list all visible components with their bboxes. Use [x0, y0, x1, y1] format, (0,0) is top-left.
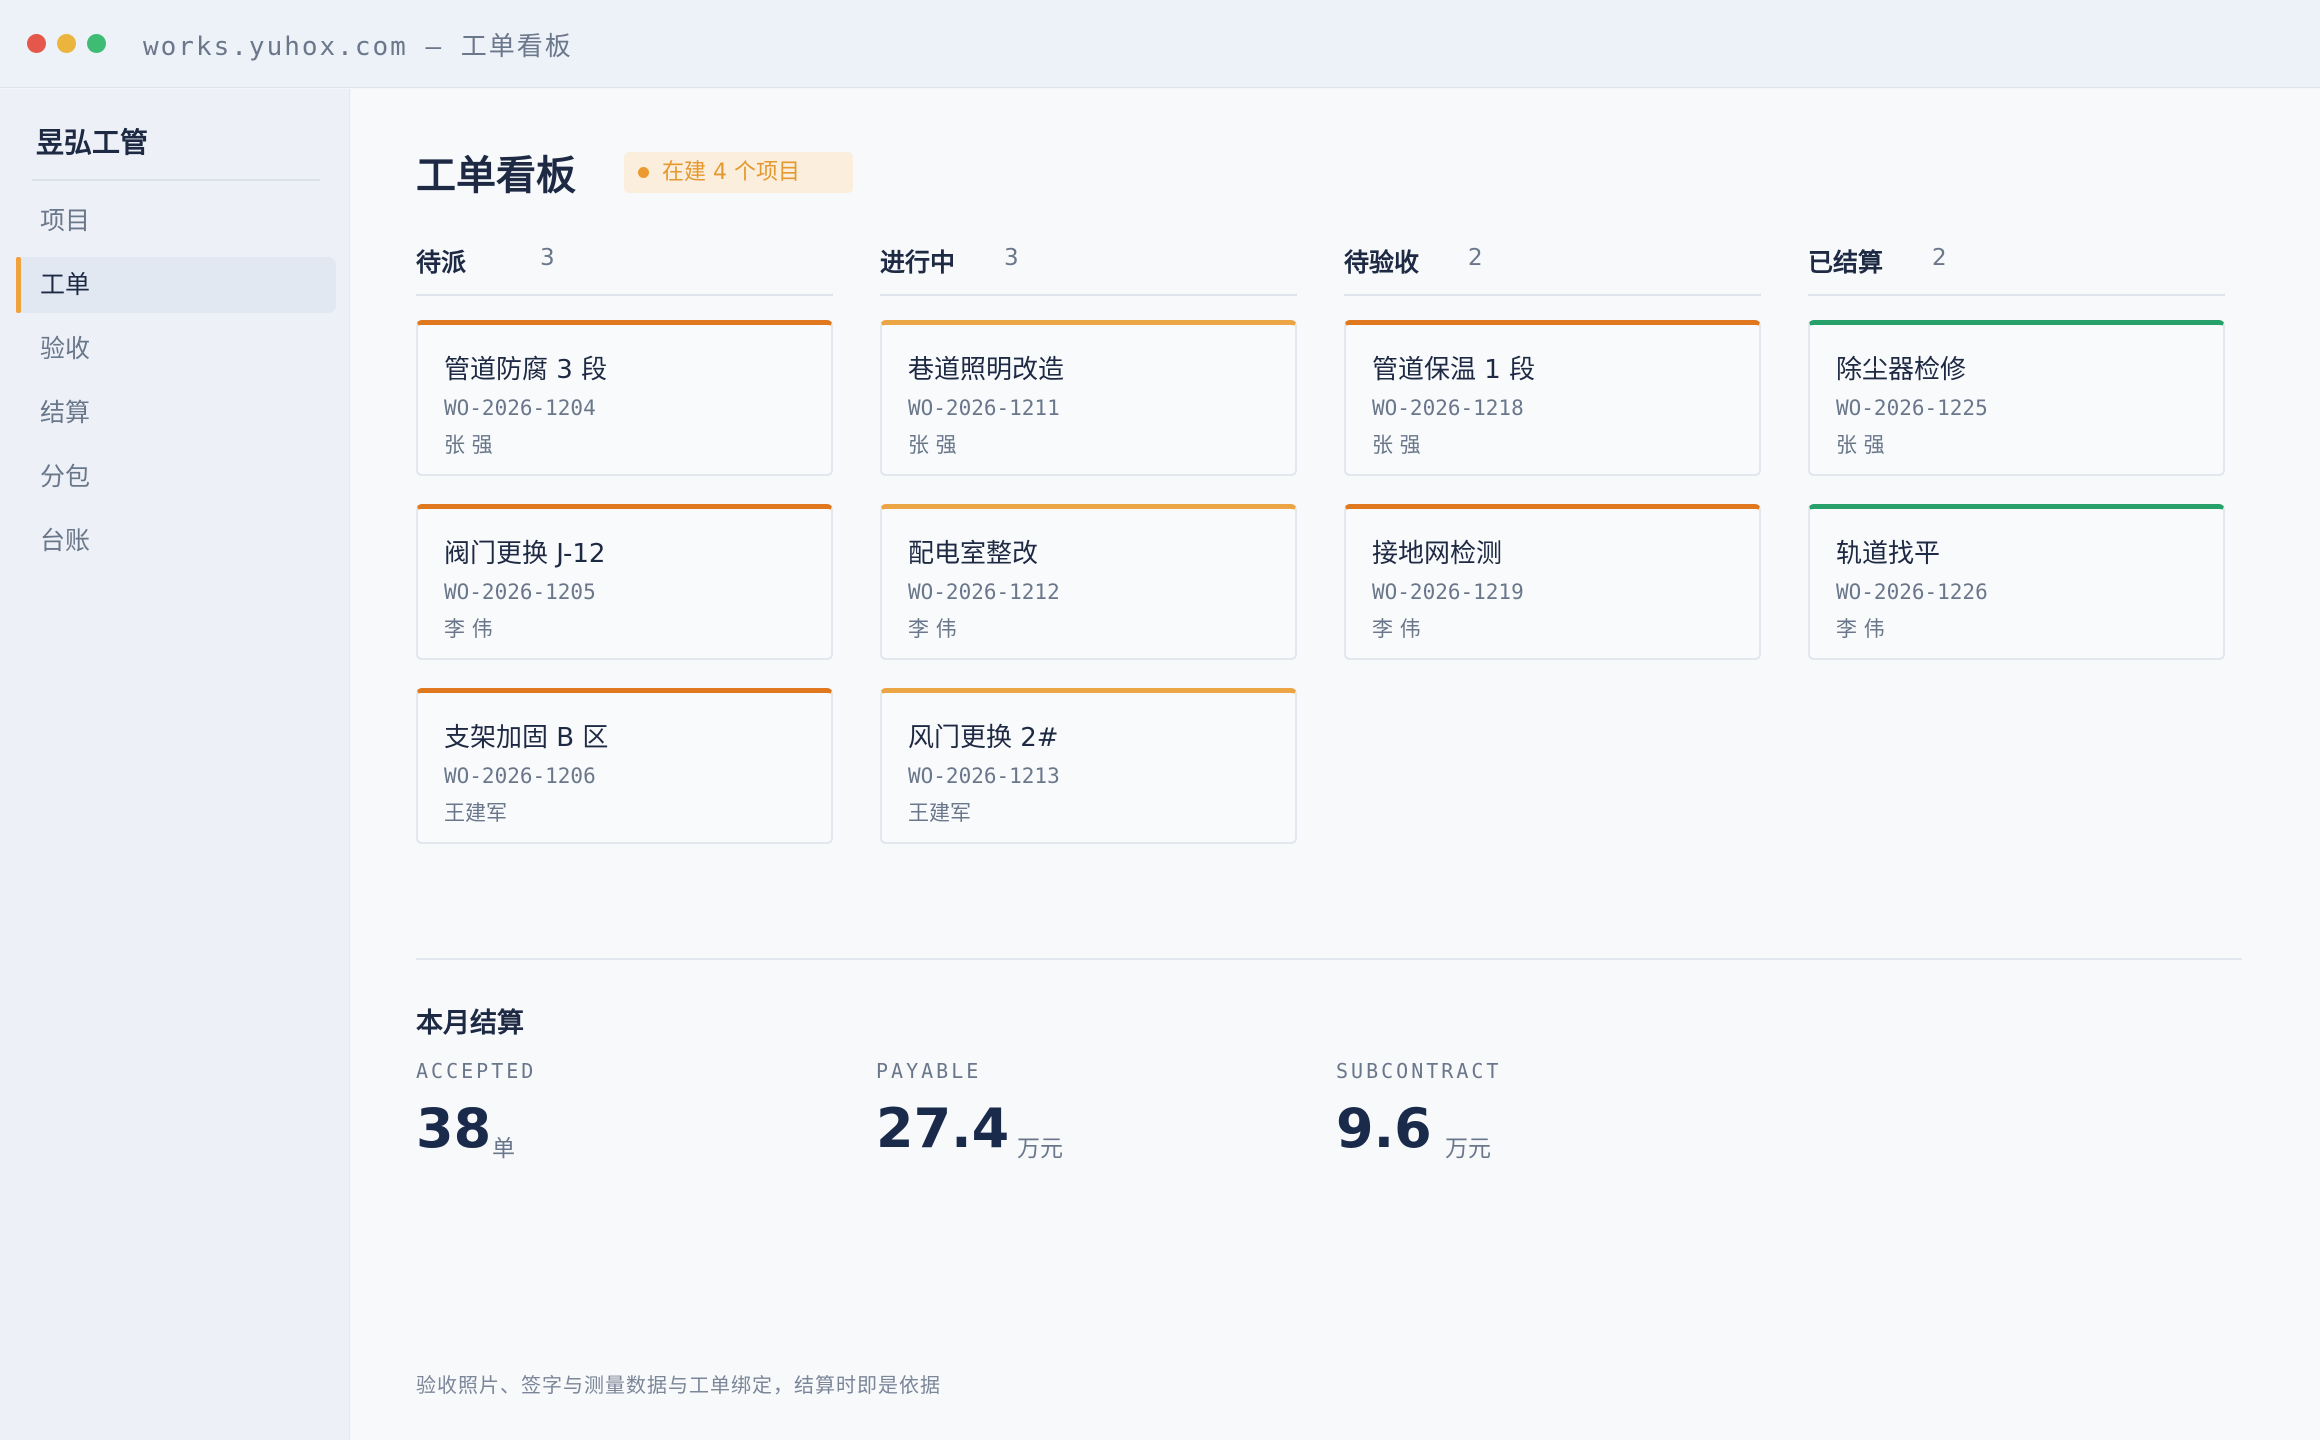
sidebar-item-work-orders[interactable]: 工单 [16, 257, 336, 313]
card-code: WO-2026-1218 [1372, 396, 1524, 420]
stat-value: 9.6 [1336, 1097, 1432, 1160]
card-owner: 张 强 [1372, 433, 1421, 457]
footer-note: 验收照片、签字与测量数据与工单绑定，结算时即是依据 [416, 1373, 941, 1397]
brand-name: 昱弘工管 [36, 126, 149, 159]
card-title: 阀门更换 J-12 [444, 539, 606, 569]
sidebar-nav: 项目 工单 验收 结算 分包 台账 [16, 193, 336, 577]
work-order-card[interactable]: 接地网检测 WO-2026-1219 李 伟 [1344, 504, 1761, 660]
column-title: 待验收 [1344, 248, 1420, 277]
column-in-progress: 进行中 3 巷道照明改造 WO-2026-1211 张 强 配电室整改 WO-2… [880, 241, 1297, 844]
column-count: 3 [540, 245, 555, 271]
card-code: WO-2026-1205 [444, 580, 596, 604]
main-content: 工单看板 在建 4 个项目 待派 3 管道防腐 3 段 WO-2026-1204… [351, 89, 2320, 1440]
column-pending: 待派 3 管道防腐 3 段 WO-2026-1204 张 强 阀门更换 J-12… [416, 241, 833, 844]
card-owner: 王建军 [444, 801, 507, 825]
column-to-accept: 待验收 2 管道保温 1 段 WO-2026-1218 张 强 接地网检测 WO… [1344, 241, 1761, 660]
card-code: WO-2026-1204 [444, 396, 596, 420]
close-window-button[interactable] [27, 34, 46, 53]
column-header: 待派 3 [416, 241, 833, 296]
column-title: 待派 [416, 248, 467, 277]
card-code: WO-2026-1226 [1836, 580, 1988, 604]
card-owner: 王建军 [908, 801, 971, 825]
card-code: WO-2026-1219 [1372, 580, 1524, 604]
column-count: 3 [1004, 245, 1019, 271]
minimize-window-button[interactable] [57, 34, 76, 53]
stat-unit: 万元 [1017, 1136, 1063, 1162]
stat-label: SUBCONTRACT [1336, 1059, 1502, 1083]
work-order-card[interactable]: 管道保温 1 段 WO-2026-1218 张 强 [1344, 320, 1761, 476]
work-order-card[interactable]: 巷道照明改造 WO-2026-1211 张 强 [880, 320, 1297, 476]
sidebar-item-projects[interactable]: 项目 [16, 193, 336, 249]
card-title: 接地网检测 [1372, 539, 1503, 569]
card-title: 巷道照明改造 [908, 355, 1065, 385]
work-order-card[interactable]: 管道防腐 3 段 WO-2026-1204 张 强 [416, 320, 833, 476]
sidebar-item-settlement[interactable]: 结算 [16, 385, 336, 441]
status-dot-icon [638, 167, 649, 178]
card-owner: 张 强 [908, 433, 957, 457]
sidebar: 昱弘工管 项目 工单 验收 结算 分包 台账 [0, 89, 350, 1440]
card-title: 管道防腐 3 段 [444, 355, 608, 385]
window-title: works.yuhox.com — 工单看板 [143, 32, 573, 62]
card-code: WO-2026-1206 [444, 764, 596, 788]
card-title: 除尘器检修 [1836, 355, 1967, 385]
card-title: 配电室整改 [908, 539, 1039, 569]
work-order-card[interactable]: 配电室整改 WO-2026-1212 李 伟 [880, 504, 1297, 660]
column-count: 2 [1468, 245, 1483, 271]
work-order-card[interactable]: 轨道找平 WO-2026-1226 李 伟 [1808, 504, 2225, 660]
title-bar: works.yuhox.com — 工单看板 [0, 0, 2320, 88]
section-divider [416, 958, 2242, 960]
card-code: WO-2026-1212 [908, 580, 1060, 604]
card-code: WO-2026-1225 [1836, 396, 1988, 420]
app-window: works.yuhox.com — 工单看板 昱弘工管 项目 工单 验收 结算 … [0, 0, 2320, 1440]
card-owner: 李 伟 [1372, 617, 1421, 641]
stat-subcontract: SUBCONTRACT 9.6 万元 [1336, 1059, 1502, 1162]
card-title: 管道保温 1 段 [1372, 355, 1536, 385]
stat-unit: 单 [492, 1136, 515, 1162]
card-title: 风门更换 2# [908, 723, 1059, 753]
card-owner: 李 伟 [908, 617, 957, 641]
card-title: 支架加固 B 区 [444, 723, 609, 753]
work-order-card[interactable]: 除尘器检修 WO-2026-1225 张 强 [1808, 320, 2225, 476]
status-badge: 在建 4 个项目 [624, 152, 853, 193]
stat-accepted: ACCEPTED 38 单 [416, 1059, 537, 1162]
stat-value: 38 [416, 1097, 492, 1160]
stat-label: ACCEPTED [416, 1059, 537, 1083]
stat-unit: 万元 [1445, 1136, 1491, 1162]
card-code: WO-2026-1213 [908, 764, 1060, 788]
maximize-window-button[interactable] [87, 34, 106, 53]
column-header: 已结算 2 [1808, 241, 2225, 296]
card-title: 轨道找平 [1836, 539, 1941, 569]
card-code: WO-2026-1211 [908, 396, 1060, 420]
column-count: 2 [1932, 245, 1947, 271]
column-settled: 已结算 2 除尘器检修 WO-2026-1225 张 强 轨道找平 WO-202… [1808, 241, 2225, 660]
card-owner: 张 强 [444, 433, 493, 457]
stat-label: PAYABLE [876, 1059, 982, 1083]
card-owner: 李 伟 [444, 617, 493, 641]
column-title: 已结算 [1808, 248, 1884, 277]
column-title: 进行中 [880, 248, 956, 277]
stat-value: 27.4 [876, 1097, 1010, 1160]
work-order-card[interactable]: 支架加固 B 区 WO-2026-1206 王建军 [416, 688, 833, 844]
card-owner: 李 伟 [1836, 617, 1885, 641]
sidebar-divider [32, 179, 320, 181]
column-header: 待验收 2 [1344, 241, 1761, 296]
page-title: 工单看板 [416, 153, 576, 199]
card-owner: 张 强 [1836, 433, 1885, 457]
column-header: 进行中 3 [880, 241, 1297, 296]
work-order-card[interactable]: 阀门更换 J-12 WO-2026-1205 李 伟 [416, 504, 833, 660]
status-badge-label: 在建 4 个项目 [662, 160, 800, 185]
work-order-card[interactable]: 风门更换 2# WO-2026-1213 王建军 [880, 688, 1297, 844]
sidebar-item-ledger[interactable]: 台账 [16, 513, 336, 569]
sidebar-item-subcontract[interactable]: 分包 [16, 449, 336, 505]
settlement-title: 本月结算 [416, 1008, 524, 1039]
stat-payable: PAYABLE 27.4 万元 [876, 1059, 1063, 1162]
sidebar-item-acceptance[interactable]: 验收 [16, 321, 336, 377]
